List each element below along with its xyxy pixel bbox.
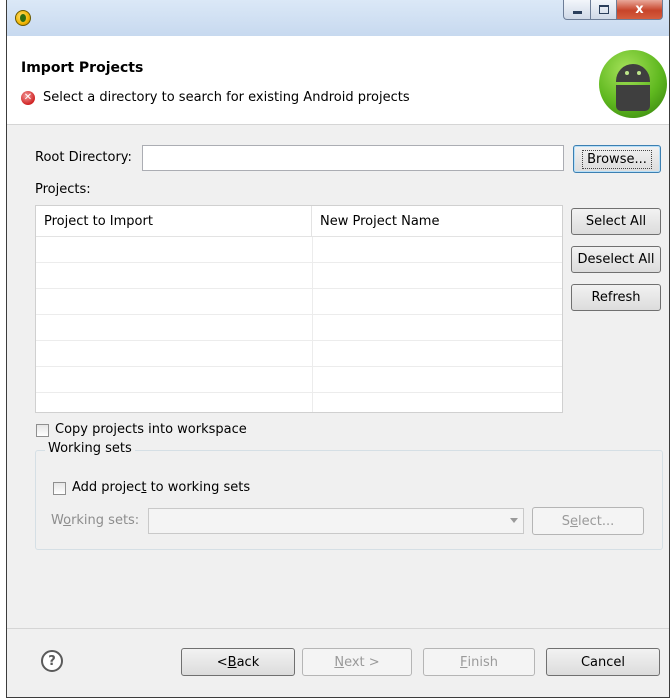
finish-label-mnemonic: F — [460, 654, 468, 670]
table-row[interactable] — [36, 289, 562, 315]
header-message-text: Select a directory to search for existin… — [43, 90, 410, 105]
android-eye-left — [625, 71, 629, 75]
close-button[interactable]: x — [617, 0, 663, 20]
working-sets-group — [35, 450, 663, 550]
next-label-mnemonic: N — [334, 654, 345, 670]
projects-label: Projects: — [35, 182, 91, 197]
add-label-part: Add projec — [72, 480, 142, 495]
browse-button[interactable]: Browse... — [573, 145, 661, 173]
android-eye-right — [637, 71, 641, 75]
table-cell — [313, 341, 562, 366]
table-cell — [36, 367, 313, 392]
finish-label-part: inish — [467, 654, 498, 670]
working-sets-field-label: Working sets: — [51, 513, 139, 528]
error-icon: ✕ — [21, 90, 35, 105]
android-head — [616, 64, 650, 82]
column-header-project-to-import[interactable]: Project to Import — [36, 206, 312, 236]
back-label-part: ack — [236, 654, 260, 670]
deselect-all-button[interactable]: Deselect All — [571, 246, 661, 273]
table-cell — [313, 393, 562, 412]
select-label-part: S — [561, 513, 570, 529]
maximize-icon — [598, 5, 609, 14]
window-controls: x — [563, 0, 663, 22]
working-sets-select-button[interactable]: Se lect... — [532, 507, 644, 535]
help-icon[interactable]: ? — [41, 650, 63, 672]
copy-projects-label[interactable]: Copy projects into workspace — [55, 422, 247, 437]
field-label-part: W — [51, 513, 64, 528]
eclipse-app-icon — [15, 10, 31, 26]
working-sets-group-title: Working sets — [45, 441, 135, 456]
select-label-part: lect... — [578, 513, 615, 529]
next-label-part: ext > — [344, 654, 380, 670]
back-button[interactable]: < Back — [181, 648, 295, 676]
close-icon: x — [635, 2, 644, 17]
root-directory-input[interactable] — [142, 145, 564, 171]
table-cell — [313, 315, 562, 340]
minimize-button[interactable] — [563, 0, 591, 20]
add-label-part: to working sets — [146, 480, 251, 495]
select-label-mnemonic: e — [570, 513, 578, 529]
table-row[interactable] — [36, 315, 562, 341]
projects-table[interactable]: Project to Import New Project Name — [35, 205, 563, 413]
title-bar: x — [7, 0, 669, 37]
cancel-button[interactable]: Cancel — [546, 648, 660, 676]
table-row[interactable] — [36, 367, 562, 393]
import-projects-dialog: x Import Projects ✕ Select a directory t… — [6, 0, 670, 698]
table-cell — [36, 237, 313, 262]
table-cell — [313, 367, 562, 392]
table-cell — [313, 263, 562, 288]
table-cell — [36, 289, 313, 314]
table-row[interactable] — [36, 263, 562, 289]
finish-button[interactable]: Finish — [423, 648, 535, 676]
column-header-new-project-name[interactable]: New Project Name — [312, 206, 562, 236]
field-label-mnemonic: o — [63, 513, 72, 528]
browse-button-label: Browse... — [582, 149, 652, 169]
table-row[interactable] — [36, 237, 562, 263]
root-directory-label: Root Directory: — [35, 150, 132, 165]
working-sets-combo[interactable] — [148, 508, 524, 534]
select-all-button[interactable]: Select All — [571, 208, 661, 235]
copy-projects-checkbox[interactable] — [36, 424, 49, 437]
table-cell — [36, 393, 313, 412]
table-header: Project to Import New Project Name — [36, 206, 562, 237]
wizard-header: Import Projects ✕ Select a directory to … — [7, 36, 669, 125]
chevron-down-icon — [510, 518, 518, 523]
minimize-icon — [572, 11, 582, 14]
table-cell — [36, 315, 313, 340]
add-to-working-sets-checkbox[interactable] — [53, 482, 66, 495]
table-row[interactable] — [36, 341, 562, 367]
table-cell — [313, 289, 562, 314]
android-logo-icon — [599, 50, 667, 118]
table-row[interactable] — [36, 393, 562, 412]
android-body — [616, 85, 650, 111]
next-button[interactable]: Next > — [302, 648, 412, 676]
table-cell — [36, 263, 313, 288]
table-cell — [36, 341, 313, 366]
field-label-part: rking sets: — [71, 513, 140, 528]
header-message: ✕ Select a directory to search for exist… — [21, 90, 410, 105]
maximize-button[interactable] — [591, 0, 617, 20]
footer-separator — [7, 628, 669, 629]
table-cell — [313, 237, 562, 262]
add-to-working-sets-label[interactable]: Add project to working sets — [72, 480, 250, 495]
refresh-button[interactable]: Refresh — [571, 284, 661, 311]
back-label-part: < — [216, 654, 228, 670]
back-label-mnemonic: B — [227, 654, 237, 670]
page-title: Import Projects — [21, 60, 144, 76]
